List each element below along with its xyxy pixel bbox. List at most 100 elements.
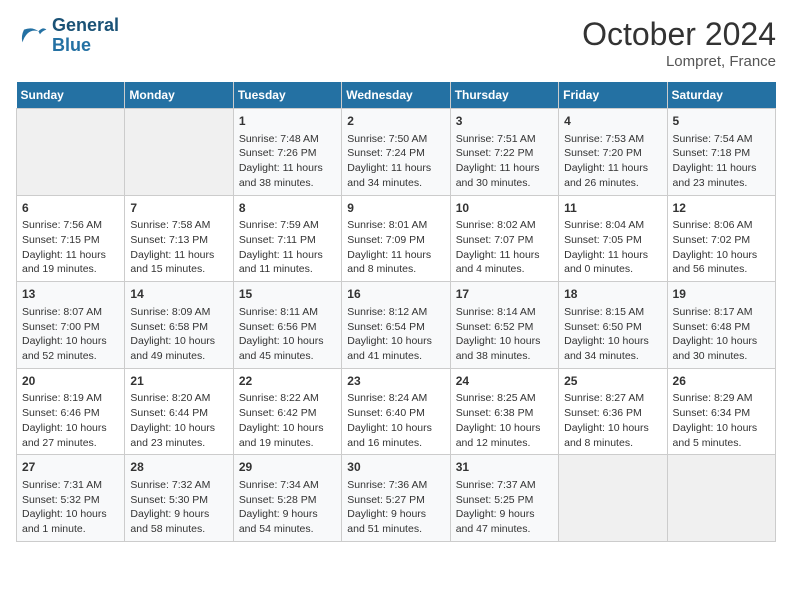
calendar-day-cell bbox=[667, 455, 775, 542]
day-number: 7 bbox=[130, 200, 227, 217]
sunset-text: Sunset: 7:24 PM bbox=[347, 147, 425, 159]
daylight-text: Daylight: 11 hours and 23 minutes. bbox=[673, 162, 757, 189]
calendar-day-cell: 17 Sunrise: 8:14 AM Sunset: 6:52 PM Dayl… bbox=[450, 282, 558, 369]
sunset-text: Sunset: 7:15 PM bbox=[22, 234, 100, 246]
daylight-text: Daylight: 10 hours and 1 minute. bbox=[22, 508, 107, 535]
daylight-text: Daylight: 9 hours and 58 minutes. bbox=[130, 508, 209, 535]
sunrise-text: Sunrise: 7:54 AM bbox=[673, 133, 753, 145]
sunrise-text: Sunrise: 7:51 AM bbox=[456, 133, 536, 145]
day-number: 21 bbox=[130, 373, 227, 390]
sunset-text: Sunset: 7:05 PM bbox=[564, 234, 642, 246]
day-number: 9 bbox=[347, 200, 444, 217]
page-header: General Blue October 2024 Lompret, Franc… bbox=[16, 16, 776, 70]
calendar-day-cell: 13 Sunrise: 8:07 AM Sunset: 7:00 PM Dayl… bbox=[17, 282, 125, 369]
calendar-day-cell: 4 Sunrise: 7:53 AM Sunset: 7:20 PM Dayli… bbox=[559, 109, 667, 196]
sunrise-text: Sunrise: 7:34 AM bbox=[239, 479, 319, 491]
daylight-text: Daylight: 10 hours and 8 minutes. bbox=[564, 422, 649, 449]
sunrise-text: Sunrise: 7:32 AM bbox=[130, 479, 210, 491]
sunrise-text: Sunrise: 8:12 AM bbox=[347, 306, 427, 318]
sunset-text: Sunset: 6:52 PM bbox=[456, 321, 534, 333]
calendar-table: SundayMondayTuesdayWednesdayThursdayFrid… bbox=[16, 82, 776, 542]
sunset-text: Sunset: 6:46 PM bbox=[22, 407, 100, 419]
sunset-text: Sunset: 6:54 PM bbox=[347, 321, 425, 333]
sunrise-text: Sunrise: 8:02 AM bbox=[456, 219, 536, 231]
weekday-header: Tuesday bbox=[233, 82, 341, 109]
calendar-day-cell: 11 Sunrise: 8:04 AM Sunset: 7:05 PM Dayl… bbox=[559, 195, 667, 282]
day-number: 17 bbox=[456, 286, 553, 303]
daylight-text: Daylight: 10 hours and 41 minutes. bbox=[347, 335, 432, 362]
weekday-header: Saturday bbox=[667, 82, 775, 109]
calendar-day-cell: 23 Sunrise: 8:24 AM Sunset: 6:40 PM Dayl… bbox=[342, 368, 450, 455]
sunrise-text: Sunrise: 8:14 AM bbox=[456, 306, 536, 318]
sunset-text: Sunset: 7:26 PM bbox=[239, 147, 317, 159]
sunset-text: Sunset: 6:56 PM bbox=[239, 321, 317, 333]
daylight-text: Daylight: 10 hours and 12 minutes. bbox=[456, 422, 541, 449]
sunrise-text: Sunrise: 7:58 AM bbox=[130, 219, 210, 231]
daylight-text: Daylight: 10 hours and 49 minutes. bbox=[130, 335, 215, 362]
sunrise-text: Sunrise: 8:29 AM bbox=[673, 392, 753, 404]
calendar-day-cell: 8 Sunrise: 7:59 AM Sunset: 7:11 PM Dayli… bbox=[233, 195, 341, 282]
calendar-day-cell: 16 Sunrise: 8:12 AM Sunset: 6:54 PM Dayl… bbox=[342, 282, 450, 369]
sunset-text: Sunset: 7:02 PM bbox=[673, 234, 751, 246]
daylight-text: Daylight: 10 hours and 30 minutes. bbox=[673, 335, 758, 362]
day-number: 3 bbox=[456, 113, 553, 130]
daylight-text: Daylight: 10 hours and 56 minutes. bbox=[673, 249, 758, 276]
daylight-text: Daylight: 11 hours and 38 minutes. bbox=[239, 162, 323, 189]
calendar-day-cell: 10 Sunrise: 8:02 AM Sunset: 7:07 PM Dayl… bbox=[450, 195, 558, 282]
weekday-header: Monday bbox=[125, 82, 233, 109]
daylight-text: Daylight: 10 hours and 16 minutes. bbox=[347, 422, 432, 449]
calendar-day-cell: 2 Sunrise: 7:50 AM Sunset: 7:24 PM Dayli… bbox=[342, 109, 450, 196]
daylight-text: Daylight: 10 hours and 52 minutes. bbox=[22, 335, 107, 362]
sunrise-text: Sunrise: 8:25 AM bbox=[456, 392, 536, 404]
calendar-day-cell: 15 Sunrise: 8:11 AM Sunset: 6:56 PM Dayl… bbox=[233, 282, 341, 369]
daylight-text: Daylight: 11 hours and 0 minutes. bbox=[564, 249, 648, 276]
sunset-text: Sunset: 7:22 PM bbox=[456, 147, 534, 159]
sunrise-text: Sunrise: 8:24 AM bbox=[347, 392, 427, 404]
calendar-day-cell bbox=[17, 109, 125, 196]
sunset-text: Sunset: 7:18 PM bbox=[673, 147, 751, 159]
day-number: 28 bbox=[130, 459, 227, 476]
day-number: 6 bbox=[22, 200, 119, 217]
calendar-day-cell: 27 Sunrise: 7:31 AM Sunset: 5:32 PM Dayl… bbox=[17, 455, 125, 542]
day-number: 15 bbox=[239, 286, 336, 303]
sunrise-text: Sunrise: 7:37 AM bbox=[456, 479, 536, 491]
day-number: 22 bbox=[239, 373, 336, 390]
sunrise-text: Sunrise: 8:11 AM bbox=[239, 306, 318, 318]
calendar-day-cell: 24 Sunrise: 8:25 AM Sunset: 6:38 PM Dayl… bbox=[450, 368, 558, 455]
daylight-text: Daylight: 11 hours and 26 minutes. bbox=[564, 162, 648, 189]
day-number: 18 bbox=[564, 286, 661, 303]
daylight-text: Daylight: 11 hours and 30 minutes. bbox=[456, 162, 540, 189]
calendar-day-cell: 26 Sunrise: 8:29 AM Sunset: 6:34 PM Dayl… bbox=[667, 368, 775, 455]
day-number: 2 bbox=[347, 113, 444, 130]
calendar-day-cell: 5 Sunrise: 7:54 AM Sunset: 7:18 PM Dayli… bbox=[667, 109, 775, 196]
sunrise-text: Sunrise: 7:56 AM bbox=[22, 219, 102, 231]
daylight-text: Daylight: 11 hours and 11 minutes. bbox=[239, 249, 323, 276]
calendar-day-cell: 20 Sunrise: 8:19 AM Sunset: 6:46 PM Dayl… bbox=[17, 368, 125, 455]
day-number: 4 bbox=[564, 113, 661, 130]
daylight-text: Daylight: 11 hours and 8 minutes. bbox=[347, 249, 431, 276]
sunrise-text: Sunrise: 8:09 AM bbox=[130, 306, 210, 318]
sunset-text: Sunset: 5:27 PM bbox=[347, 494, 425, 506]
sunset-text: Sunset: 6:50 PM bbox=[564, 321, 642, 333]
calendar-day-cell: 30 Sunrise: 7:36 AM Sunset: 5:27 PM Dayl… bbox=[342, 455, 450, 542]
day-number: 30 bbox=[347, 459, 444, 476]
day-number: 1 bbox=[239, 113, 336, 130]
sunrise-text: Sunrise: 7:48 AM bbox=[239, 133, 319, 145]
weekday-header: Wednesday bbox=[342, 82, 450, 109]
day-number: 12 bbox=[673, 200, 770, 217]
daylight-text: Daylight: 10 hours and 38 minutes. bbox=[456, 335, 541, 362]
day-number: 27 bbox=[22, 459, 119, 476]
sunrise-text: Sunrise: 7:53 AM bbox=[564, 133, 644, 145]
calendar-day-cell: 3 Sunrise: 7:51 AM Sunset: 7:22 PM Dayli… bbox=[450, 109, 558, 196]
sunrise-text: Sunrise: 8:17 AM bbox=[673, 306, 753, 318]
day-number: 26 bbox=[673, 373, 770, 390]
logo-icon bbox=[16, 20, 48, 52]
sunrise-text: Sunrise: 8:04 AM bbox=[564, 219, 644, 231]
daylight-text: Daylight: 9 hours and 47 minutes. bbox=[456, 508, 535, 535]
calendar-day-cell: 14 Sunrise: 8:09 AM Sunset: 6:58 PM Dayl… bbox=[125, 282, 233, 369]
day-number: 11 bbox=[564, 200, 661, 217]
calendar-week-row: 27 Sunrise: 7:31 AM Sunset: 5:32 PM Dayl… bbox=[17, 455, 776, 542]
sunrise-text: Sunrise: 8:19 AM bbox=[22, 392, 102, 404]
sunrise-text: Sunrise: 8:15 AM bbox=[564, 306, 644, 318]
sunset-text: Sunset: 7:20 PM bbox=[564, 147, 642, 159]
